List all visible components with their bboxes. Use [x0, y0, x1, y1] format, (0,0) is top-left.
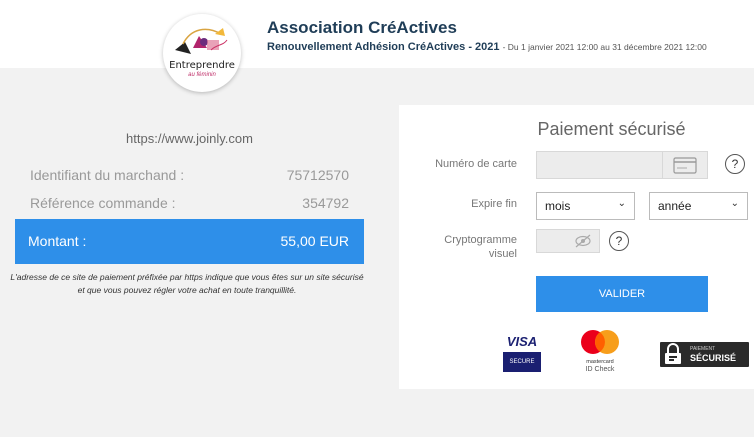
amount-label: Montant :: [28, 233, 87, 249]
expiry-month-value: mois: [545, 199, 571, 213]
secure-badge-big-text: SÉCURISÉ: [690, 353, 737, 363]
mastercard-logo-icon: [581, 330, 619, 354]
card-icon-box: [662, 152, 707, 178]
cvv-label-line2: visuel: [488, 248, 517, 260]
security-notice: L'adresse de ce site de paiement préfixé…: [10, 272, 364, 295]
merchant-id-value: 75712570: [286, 167, 349, 183]
validate-button[interactable]: VALIDER: [536, 276, 708, 312]
logo-emblem-icon: [175, 28, 228, 54]
order-ref-value: 354792: [302, 195, 349, 211]
logo-text: Entreprendre: [169, 60, 235, 71]
expiry-year-select[interactable]: année ⌄: [649, 192, 748, 220]
secure-payment-badge: PAIEMENT SÉCURISÉ: [660, 342, 749, 367]
expiry-month-select[interactable]: mois ⌄: [536, 192, 635, 220]
visa-secure-badge: VISA SECURE: [503, 334, 541, 374]
chevron-down-icon: ⌄: [617, 198, 626, 209]
merchant-url: https://www.joinly.com: [126, 131, 253, 146]
header: Entreprendre au féminin Association CréA…: [0, 0, 754, 92]
amount-row: Montant : 55,00 EUR: [15, 219, 364, 264]
amount-value: 55,00 EUR: [280, 233, 349, 249]
cvv-help-icon[interactable]: ?: [609, 231, 629, 251]
organization-name: Association CréActives: [267, 18, 457, 37]
visa-wordmark: VISA: [506, 334, 538, 349]
expiry-year-value: année: [658, 199, 692, 213]
association-logo: Entreprendre au féminin: [163, 14, 241, 92]
expiry-label: Expire fin: [471, 198, 517, 210]
eye-hidden-icon: [575, 234, 591, 248]
card-number-input[interactable]: [536, 151, 708, 179]
credit-card-icon: [673, 157, 697, 174]
padlock-icon: [665, 343, 681, 364]
renewal-line: Renouvellement Adhésion CréActives - 202…: [267, 41, 707, 53]
chevron-down-icon: ⌄: [730, 198, 739, 209]
logo-subtext: au féminin: [188, 72, 216, 78]
card-help-icon[interactable]: ?: [725, 154, 745, 174]
mastercard-idcheck: ID Check: [585, 366, 615, 373]
card-number-label: Numéro de carte: [435, 158, 517, 170]
cvv-label-line1: Cryptogramme: [444, 234, 517, 246]
mastercard-label: mastercard: [586, 359, 614, 365]
order-ref-label: Référence commande :: [30, 195, 176, 211]
payment-panel: Paiement sécurisé Numéro de carte ? Expi…: [399, 105, 754, 389]
merchant-id-label: Identifiant du marchand :: [30, 167, 185, 183]
visa-secure-label: SECURE: [503, 352, 541, 372]
payment-title: Paiement sécurisé: [537, 119, 686, 139]
order-ref-row: Référence commande : 354792: [15, 188, 364, 218]
mastercard-idcheck-badge: mastercard ID Check: [575, 327, 625, 379]
renewal-title: Renouvellement Adhésion CréActives - 202…: [267, 41, 500, 53]
cvv-input[interactable]: [536, 229, 600, 253]
secure-badge-small-text: PAIEMENT: [690, 346, 716, 352]
merchant-id-row: Identifiant du marchand : 75712570: [15, 160, 364, 190]
renewal-dates: - Du 1 janvier 2021 12:00 au 31 décembre…: [502, 42, 707, 52]
cvv-label: Cryptogramme visuel: [419, 233, 517, 261]
